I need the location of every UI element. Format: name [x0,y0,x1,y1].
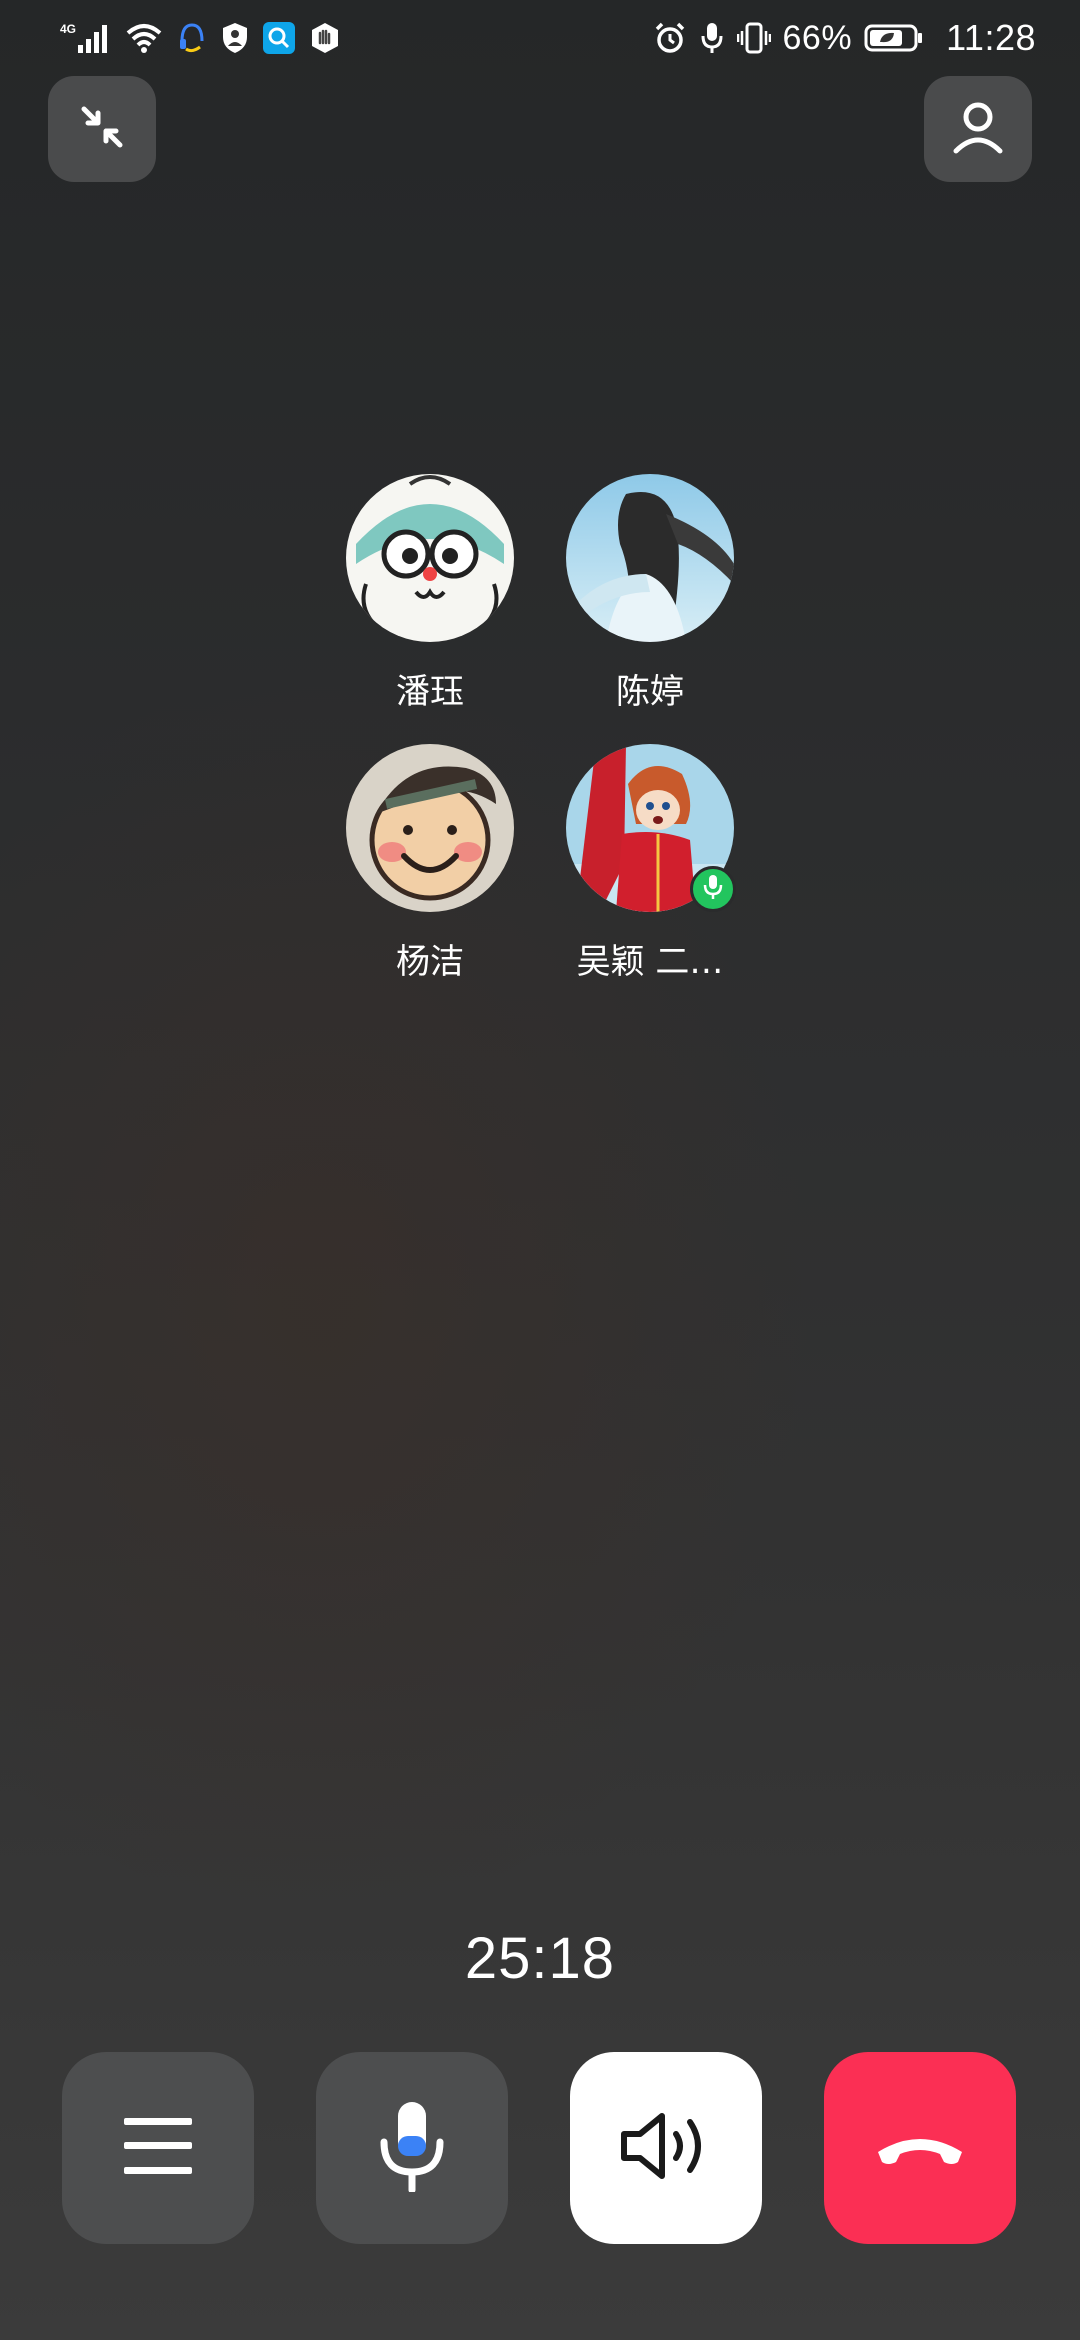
headset-app-icon [176,21,208,55]
participant-name: 杨洁 [396,942,464,982]
signal-icon: 4G [60,21,112,55]
minimize-button[interactable] [48,76,156,182]
menu-button[interactable] [62,2052,254,2244]
microphone-status-icon [699,21,725,55]
participant-item[interactable]: 潘珏 [346,474,514,713]
speaker-button[interactable] [570,2052,762,2244]
battery-icon [864,21,924,55]
smiley-hat-avatar [346,744,514,912]
status-right: 66% 11:28 [653,17,1036,59]
svg-text:4G: 4G [60,22,76,36]
wifi-icon [124,21,164,55]
girl-sky-avatar [566,474,734,642]
alarm-icon [653,21,687,55]
participant-name: 吴颖 二… [576,942,724,982]
add-member-button[interactable] [924,76,1032,182]
status-left: 4G [60,21,342,55]
hang-up-button[interactable] [824,2052,1016,2244]
hand-app-icon [308,21,342,55]
microphone-button[interactable] [316,2052,508,2244]
call-controls [62,2052,1018,2244]
menu-icon [122,2116,194,2181]
speaker-icon [618,2110,714,2187]
battery-percentage: 66% [782,18,853,57]
microphone-icon [376,2100,448,2197]
participant-name: 潘珏 [396,672,464,712]
search-app-icon [262,21,296,55]
hang-up-icon [872,2122,968,2175]
clock: 11:28 [946,17,1036,58]
call-duration: 25:18 [464,1926,616,1991]
speaking-badge [690,866,736,912]
participant-item[interactable]: 吴颖 二… [566,744,736,983]
cartoon-cat-avatar [346,474,514,642]
microphone-speaking-icon [701,873,725,906]
participant-name: 陈婷 [616,672,684,712]
status-bar: 4G 66% 11:28 [0,0,1080,76]
vibrate-icon [736,21,771,55]
shrink-arrows-icon [78,103,126,156]
participant-item[interactable]: 杨洁 [346,744,514,983]
participant-item[interactable]: 陈婷 [566,474,734,713]
shield-person-icon [220,21,250,55]
person-icon [950,97,1006,162]
